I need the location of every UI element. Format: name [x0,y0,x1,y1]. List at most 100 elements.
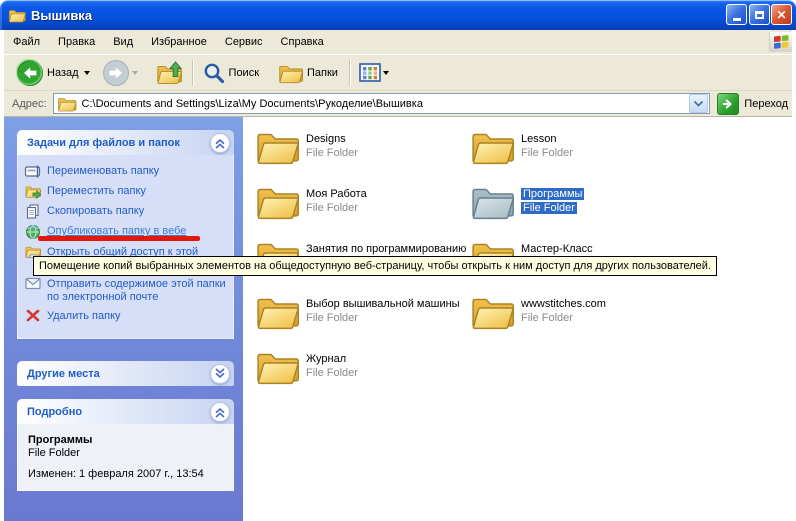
folder-icon-selected [470,183,515,221]
task-label: Удалить папку [47,310,121,323]
close-button[interactable]: ✕ [771,4,792,25]
folder-icon [470,128,515,166]
back-label: Назад [47,67,79,79]
folder-name: Lesson [521,133,556,145]
task-move-folder[interactable]: Переместить папку [24,185,229,199]
file-list-area[interactable]: Designs File Folder Lesson File Folder М… [243,117,792,521]
task-copy-folder[interactable]: Скопировать папку [24,205,229,219]
details-item-type: File Folder [28,447,225,459]
back-button[interactable]: Назад [12,53,98,92]
task-label: Отправить содержимое этой папки по элект… [47,278,229,304]
folder-tile-programmy-selected[interactable]: Программы File Folder [470,182,682,228]
folder-up-icon [156,60,184,86]
panel-header-other-places[interactable]: Другие места [17,361,234,386]
search-button[interactable]: Поиск [198,53,266,92]
panel-title: Задачи для файлов и папок [27,137,210,149]
menu-favorites[interactable]: Избранное [142,32,216,52]
go-button[interactable]: Переход [717,93,788,115]
address-path: C:\Documents and Settings\Liza\My Docume… [82,98,690,110]
forward-dropdown-icon [132,71,138,75]
panel-other-places: Другие места [17,361,234,386]
panel-details: Подробно Программы File Folder Изменен: … [17,399,234,491]
folder-tile-zhurnal[interactable]: Журнал File Folder [255,347,467,393]
menu-file[interactable]: Файл [4,32,49,52]
task-delete-folder[interactable]: Удалить папку [24,310,229,323]
forward-icon [102,59,130,87]
chevron-down-icon [212,366,228,382]
tooltip: Помещение копий выбранных элементов на о… [33,256,717,276]
details-item-modified: Изменен: 1 февраля 2007 г., 13:54 [28,468,225,480]
folder-type: File Folder [521,202,577,214]
folder-tile-lesson[interactable]: Lesson File Folder [470,127,682,173]
task-pane: Задачи для файлов и папок Переименовать … [4,117,243,521]
views-button[interactable] [355,53,397,92]
collapse-button[interactable] [210,402,230,422]
folder-icon [8,8,26,23]
search-label: Поиск [229,67,259,79]
folder-tile-wwwstitches[interactable]: wwwstitches.com File Folder [470,292,682,338]
minimize-icon [733,18,741,21]
forward-button[interactable] [98,53,146,92]
rename-icon [24,164,42,179]
address-dropdown-button[interactable] [689,94,708,113]
folder-icon [255,293,300,331]
collapse-button[interactable] [210,133,230,153]
move-icon [24,184,42,199]
panel-body-tasks: Переименовать папку Переместить папку [17,155,234,339]
folder-name: Выбор вышивальной машины [306,298,460,310]
folder-tile-moya-rabota[interactable]: Моя Работа File Folder [255,182,467,228]
minimize-button[interactable] [726,4,747,25]
folder-icon [470,293,515,331]
maximize-button[interactable] [749,4,770,25]
title-bar[interactable]: Вышивка ✕ [0,0,796,30]
details-item-name: Программы [28,434,225,446]
folders-icon [278,62,304,84]
up-button[interactable] [152,53,188,92]
close-icon: ✕ [776,9,786,21]
back-icon [16,59,44,87]
copy-icon [24,204,42,219]
toolbar: Назад Поиск [4,55,792,91]
folders-label: Папки [307,67,338,79]
address-bar: Адрес: C:\Documents and Settings\Liza\My… [4,91,792,117]
panel-header-details[interactable]: Подробно [17,399,234,424]
folder-type: File Folder [521,147,573,159]
expand-button[interactable] [210,364,230,384]
folder-type: File Folder [521,312,573,324]
task-rename-folder[interactable]: Переименовать папку [24,165,229,179]
chevron-down-icon [694,101,703,107]
folder-icon [57,96,77,112]
menu-tools[interactable]: Сервис [216,32,272,52]
back-dropdown-icon[interactable] [84,71,90,75]
menu-help[interactable]: Справка [272,32,333,52]
menu-view[interactable]: Вид [104,32,142,52]
address-label: Адрес: [12,98,47,110]
go-arrow-icon [717,93,739,115]
task-label: Скопировать папку [47,205,144,219]
folders-button[interactable]: Папки [274,53,345,92]
folder-name: Занятия по программированию [306,243,466,255]
menu-edit[interactable]: Правка [49,32,104,52]
folder-icon [255,128,300,166]
folder-type: File Folder [306,202,358,214]
folder-tile-vybor-mashiny[interactable]: Выбор вышивальной машины File Folder [255,292,467,338]
red-annotation-underline [38,236,200,241]
details-body: Программы File Folder Изменен: 1 февраля… [17,424,234,491]
task-email-folder[interactable]: Отправить содержимое этой папки по элект… [24,278,229,304]
folder-type: File Folder [306,147,358,159]
menu-bar: Файл Правка Вид Избранное Сервис Справка [4,30,792,55]
explorer-window: Вышивка ✕ Файл Правка Вид Избранное Серв… [0,0,796,521]
folder-name: Журнал [306,353,346,365]
address-input[interactable]: C:\Documents and Settings\Liza\My Docume… [53,93,711,114]
panel-header-tasks[interactable]: Задачи для файлов и папок [17,130,234,155]
folder-icon [255,348,300,386]
folder-tile-designs[interactable]: Designs File Folder [255,127,467,173]
panel-title: Другие места [27,368,210,380]
toolbar-separator [349,60,351,86]
toolbar-separator [192,60,194,86]
folder-name: wwwstitches.com [521,298,606,310]
task-label: Переместить папку [47,185,146,199]
search-icon [202,61,226,85]
folder-type: File Folder [306,312,358,324]
views-dropdown-icon[interactable] [383,71,389,75]
